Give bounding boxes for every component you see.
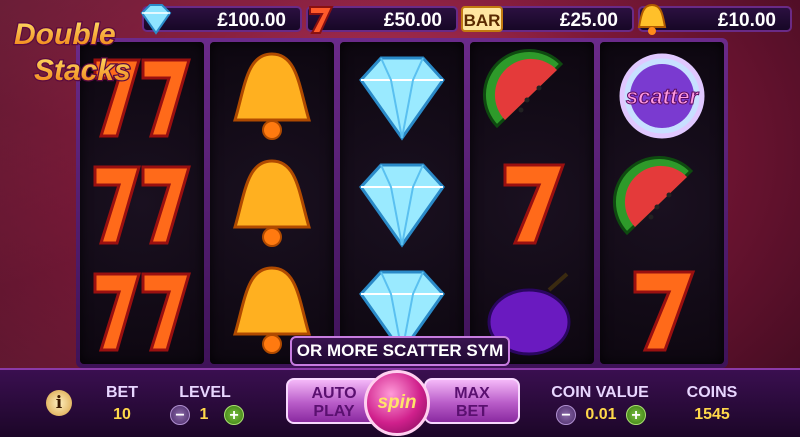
reel-4	[470, 42, 594, 364]
bar-icon: BAR	[461, 6, 503, 32]
paytable-value: £100.00	[217, 10, 286, 31]
info-button[interactable]: i	[46, 390, 72, 416]
paytable-diamond: £100.00	[140, 4, 302, 35]
level-label: LEVEL	[179, 384, 231, 401]
svg-text:scatter: scatter	[626, 84, 700, 109]
watermelon-icon	[600, 149, 724, 256]
reel-3	[340, 42, 464, 364]
reels-frame: scatter	[76, 38, 728, 368]
coin-value-label: COIN VALUE	[551, 384, 649, 401]
reel-1	[80, 42, 204, 364]
diamond-icon	[340, 42, 464, 149]
seven-icon	[80, 256, 204, 363]
paytable-value: £25.00	[559, 10, 618, 31]
seven-icon	[470, 149, 594, 256]
bet-value: 10	[113, 406, 131, 423]
reel-2	[210, 42, 334, 364]
coin-value-decrease-button[interactable]: −	[556, 405, 576, 425]
control-bar: i BET 10 LEVEL − 1 + AUTO PLAY spin MAX …	[0, 368, 800, 437]
svg-text:Double: Double	[14, 18, 116, 51]
level-value: 1	[199, 406, 209, 423]
seven-icon	[309, 6, 334, 34]
coins-label: COINS	[686, 384, 738, 401]
message-banner: OR MORE SCATTER SYM	[290, 336, 510, 366]
max-bet-label-2: BET	[456, 403, 488, 420]
double-stacks-logo: Double Stacks	[13, 17, 132, 89]
paytable-value: £10.00	[717, 10, 776, 31]
bell-icon	[210, 149, 334, 256]
bell-icon	[637, 3, 667, 35]
diamond-icon	[340, 149, 464, 256]
max-bet-button[interactable]: MAX BET	[424, 378, 520, 424]
coin-value: 0.01	[585, 406, 617, 423]
svg-text:BAR: BAR	[464, 11, 501, 30]
paytable-bar: BAR £25.00	[461, 6, 634, 32]
bell-icon	[210, 42, 334, 149]
level-decrease-button[interactable]: −	[170, 405, 190, 425]
svg-text:Stacks: Stacks	[34, 54, 131, 87]
reel-5: scatter	[600, 42, 724, 364]
max-bet-label-1: MAX	[454, 385, 490, 402]
level-increase-button[interactable]: +	[224, 405, 244, 425]
seven-icon	[600, 256, 724, 363]
spin-button[interactable]: spin	[364, 370, 430, 436]
bet-label: BET	[106, 384, 138, 401]
watermelon-icon	[470, 42, 594, 149]
paytable-seven: £50.00	[306, 6, 458, 34]
paytable-bell: £10.00	[637, 3, 792, 35]
coin-value-increase-button[interactable]: +	[626, 405, 646, 425]
paytable-value: £50.00	[383, 10, 442, 31]
scatter-icon: scatter	[600, 42, 724, 149]
seven-icon	[80, 149, 204, 256]
coins-value: 1545	[694, 406, 730, 423]
